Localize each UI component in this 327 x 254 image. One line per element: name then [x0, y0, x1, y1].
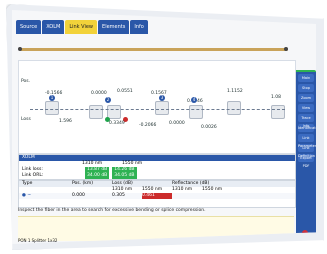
tab-info[interactable]: Info: [130, 20, 148, 34]
fiber-overview-bar[interactable]: [20, 48, 288, 51]
sidebar-zoom-button[interactable]: Zoom: [298, 94, 314, 102]
summary-table: XOLM 1310 nm 1550 nm Link loss: 13.87 dB…: [18, 154, 296, 180]
table-row[interactable]: ● ~ 0.000 0.305 0.461: [19, 193, 295, 199]
tab-bar: Source XOLM Link View Elements Info: [16, 20, 148, 34]
event-splitter[interactable]: [227, 101, 241, 115]
row-pos: 0.000: [72, 193, 85, 198]
summary-row-link-orl: Link ORL: 34.00 dB 34.05 dB: [19, 173, 295, 179]
event-loss-5: 0.0026: [201, 125, 217, 130]
event-splice-4[interactable]: [189, 105, 203, 119]
row-loss-b: 0.461: [142, 193, 172, 199]
event-1-icon: 1: [49, 95, 55, 101]
link-orl-1310: 34.00 dB: [85, 173, 110, 179]
fiber-axis-line: [30, 109, 285, 110]
fiber-end-marker: [284, 47, 288, 51]
sidebar-main-button[interactable]: Main: [298, 74, 314, 82]
event-type-icon: ● ~: [22, 193, 32, 198]
tab-source[interactable]: Source: [16, 20, 42, 34]
device-frame: Source XOLM Link View Elements Info Fail…: [6, 4, 324, 250]
event-connector-1[interactable]: [45, 101, 59, 115]
event-pos-2: 0.0000: [91, 91, 107, 96]
tab-elements[interactable]: Elements: [98, 20, 130, 34]
event-3-icon: 3: [159, 95, 165, 101]
event-loss-2: 0.3349: [109, 121, 125, 126]
link-orl-1550: 34.05 dB: [112, 173, 137, 179]
link-view-canvas[interactable]: Pos. Loss -0.1566 0.0000 0.0551 0.1567 0…: [18, 60, 296, 154]
sidebar-export-pdf-button[interactable]: Export PDF: [298, 154, 314, 168]
event-splice-1[interactable]: [89, 105, 103, 119]
loss-label: Loss: [21, 117, 31, 122]
row-loss-a: 0.305: [112, 193, 125, 198]
tab-link-view[interactable]: Link View: [65, 20, 98, 34]
right-sidebar: Main Stop Zoom View Trace Info Identific…: [296, 72, 316, 240]
event-pos-6: 1.1152: [227, 89, 243, 94]
row-refl-a: [172, 193, 202, 199]
event-loss-1: 1.596: [59, 119, 72, 124]
sidebar-trace-info-button[interactable]: Trace Info: [298, 114, 314, 128]
event-loss-4: 0.0000: [169, 121, 185, 126]
sidebar-stop-button[interactable]: Stop: [298, 84, 314, 92]
event-loss-6: 1.08: [271, 95, 282, 100]
sidebar-link-parameters-button[interactable]: Link Parameters: [298, 134, 316, 148]
sidebar-identification-button[interactable]: Identification: [298, 124, 316, 132]
link-orl-label: Link ORL:: [22, 173, 44, 178]
event-end[interactable]: [271, 105, 285, 119]
event-loss-3: -0.2066: [139, 123, 157, 128]
sidebar-view-button[interactable]: View: [298, 104, 314, 112]
event-4-icon: 4: [191, 97, 197, 103]
app-screen: Source XOLM Link View Elements Info Fail…: [12, 10, 316, 244]
fiber-start-marker: [18, 47, 22, 51]
event-pos-3: 0.0551: [117, 89, 133, 94]
event-2-icon: 2: [105, 97, 111, 103]
row-refl-b: [202, 193, 232, 199]
pos-label: Pos.: [21, 79, 31, 84]
event-splice-3[interactable]: [155, 101, 169, 115]
hint-text: Inspect the fiber in the area to search …: [18, 208, 206, 213]
status-left: PON 1 Splitter 1x32: [18, 238, 58, 243]
event-table: Type Pos. (km) Loss (dB) Reflectance (dB…: [18, 180, 296, 208]
tab-xolm[interactable]: XOLM: [42, 20, 65, 34]
